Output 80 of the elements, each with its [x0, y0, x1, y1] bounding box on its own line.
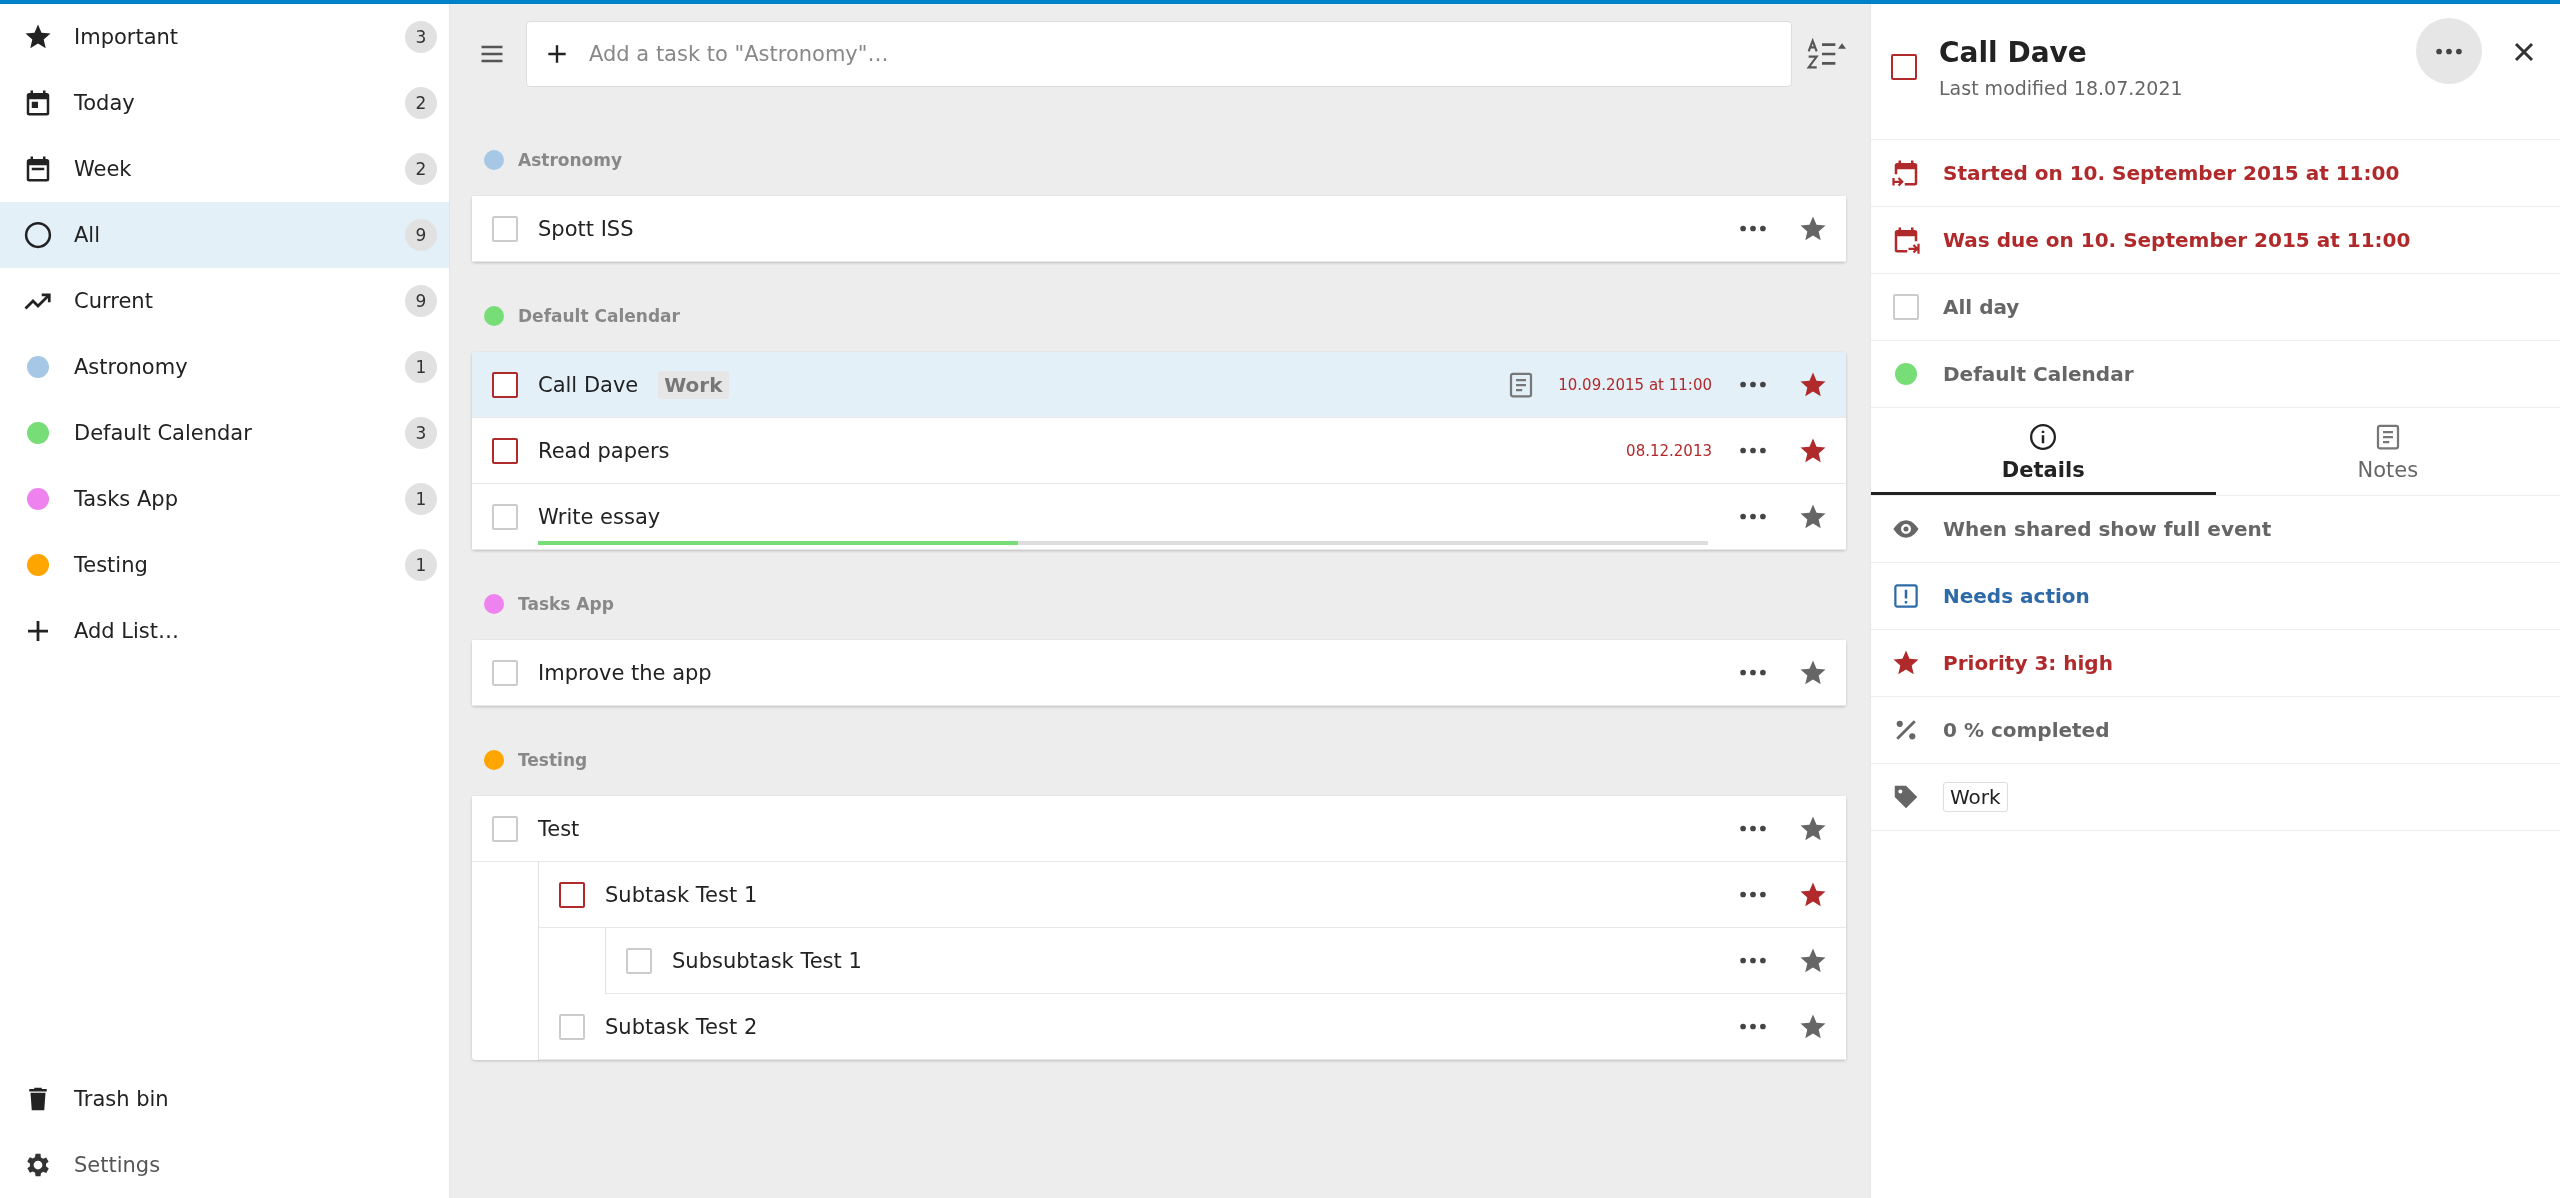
more-icon[interactable]	[1740, 513, 1766, 520]
sidebar-item[interactable]: All 9	[0, 202, 449, 268]
more-icon	[2436, 47, 2462, 55]
sidebar-item[interactable]: Important 3	[0, 4, 449, 70]
task-tag: Work	[658, 370, 729, 399]
sidebar-item[interactable]: Tasks App 1	[0, 466, 449, 532]
count-badge: 3	[405, 21, 437, 53]
task-title: Call Dave	[1939, 36, 2088, 69]
exclamation-box-icon	[1891, 581, 1921, 611]
task-checkbox[interactable]	[1891, 54, 1917, 80]
last-modified: Last modified 18.07.2021	[1939, 77, 2184, 99]
task-row[interactable]: Improve the app	[472, 640, 1846, 706]
sidebar-item[interactable]: Default Calendar 3	[0, 400, 449, 466]
sidebar-item[interactable]: Add List…	[0, 598, 449, 664]
task-row[interactable]: Subsubtask Test 1	[606, 928, 1846, 994]
sidebar-item[interactable]: Today 2	[0, 70, 449, 136]
detail-text: Needs action	[1943, 584, 2090, 608]
more-icon[interactable]	[1740, 957, 1766, 964]
all-day-checkbox[interactable]	[1893, 294, 1919, 320]
due-date: 10.09.2015 at 11:00	[1558, 375, 1712, 394]
detail-text: All day	[1943, 295, 2020, 319]
detail-text: Started on 10. September 2015 at 11:00	[1943, 161, 2400, 185]
more-icon[interactable]	[1740, 825, 1766, 832]
tab[interactable]: Notes	[2215, 408, 2560, 495]
more-icon[interactable]	[1740, 381, 1766, 388]
group-heading: Default Calendar	[518, 306, 680, 326]
task-title: Write essay	[538, 504, 661, 529]
count-badge: 1	[405, 483, 437, 515]
task-title: Subtask Test 2	[605, 1014, 758, 1039]
task-checkbox[interactable]	[492, 371, 518, 398]
count-badge: 3	[405, 417, 437, 449]
detail-text: Default Calendar	[1943, 362, 2134, 386]
more-icon[interactable]	[1740, 891, 1766, 898]
count-badge: 1	[405, 549, 437, 581]
task-title: Subsubtask Test 1	[672, 948, 862, 973]
count-badge: 2	[405, 87, 437, 119]
task-row[interactable]: Subtask Test 1	[539, 862, 1846, 928]
task-title: Improve the app	[538, 660, 712, 685]
group-heading: Tasks App	[518, 594, 614, 614]
task-row[interactable]: Read papers 08.12.2013	[472, 418, 1846, 484]
tab[interactable]: Details	[1871, 408, 2216, 495]
task-row[interactable]: Write essay	[472, 484, 1846, 550]
task-checkbox[interactable]	[492, 437, 518, 464]
sidebar-item[interactable]: Testing 1	[0, 532, 449, 598]
task-title: Call Dave	[538, 372, 639, 397]
count-badge: 2	[405, 153, 437, 185]
task-title: Subtask Test 1	[605, 882, 758, 907]
count-badge: 1	[405, 351, 437, 383]
task-title: Read papers	[538, 438, 670, 463]
detail-text: When shared show full event	[1943, 517, 2272, 541]
group-heading: Astronomy	[518, 150, 623, 170]
sidebar-item[interactable]: Week 2	[0, 136, 449, 202]
sidebar-item[interactable]: Current 9	[0, 268, 449, 334]
info-icon	[2028, 422, 2059, 452]
add-task-field[interactable]: Add a task to "Astronomy"…	[526, 21, 1792, 87]
task-row[interactable]: Call Dave Work 10.09.2015 at 11:00	[472, 352, 1846, 418]
sidebar-item[interactable]: Trash bin	[0, 1066, 449, 1132]
task-row[interactable]: Test	[472, 796, 1846, 862]
circle-icon	[23, 220, 53, 250]
close-icon[interactable]	[2512, 40, 2536, 64]
due-date: 08.12.2013	[1626, 441, 1712, 460]
task-checkbox[interactable]	[559, 881, 585, 908]
detail-text: 0 % completed	[1943, 718, 2110, 742]
more-icon[interactable]	[1740, 225, 1766, 232]
task-title: Spott ISS	[538, 216, 634, 241]
more-icon[interactable]	[1740, 669, 1766, 676]
sidebar-item[interactable]: Astronomy 1	[0, 334, 449, 400]
more-icon[interactable]	[1740, 447, 1766, 454]
detail-text: Priority 3: high	[1943, 651, 2113, 675]
task-row[interactable]: Subtask Test 2	[539, 994, 1846, 1060]
group-heading: Testing	[518, 750, 588, 770]
tag-chip[interactable]: Work	[1943, 782, 2008, 812]
detail-text: Was due on 10. September 2015 at 11:00	[1943, 228, 2411, 252]
task-title: Test	[538, 816, 580, 841]
task-row[interactable]: Spott ISS	[472, 196, 1846, 262]
more-icon[interactable]	[1740, 1023, 1766, 1030]
sort-icon[interactable]	[1806, 37, 1846, 71]
count-badge: 9	[405, 219, 437, 251]
sidebar-item[interactable]: Settings	[0, 1132, 449, 1198]
count-badge: 9	[405, 285, 437, 317]
